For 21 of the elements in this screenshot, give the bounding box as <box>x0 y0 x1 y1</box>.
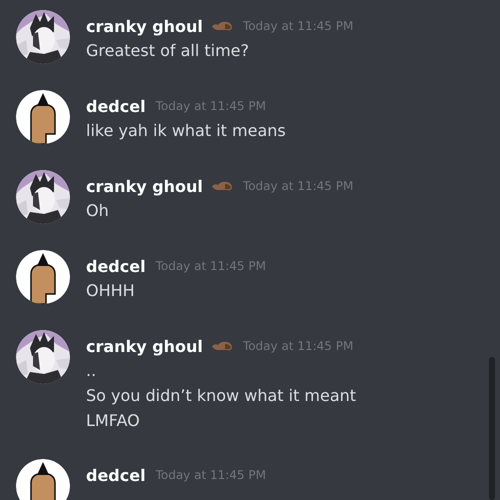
message-text: like yah ik what it means <box>86 120 286 142</box>
message-text: OHHH <box>86 280 136 302</box>
avatar-figure <box>16 459 70 500</box>
timestamp: Today at 11:45 PM <box>242 19 354 33</box>
timestamp: Today at 11:45 PM <box>156 259 266 273</box>
timestamp: Today at 11:45 PM <box>242 179 354 193</box>
timestamp: Today at 11:45 PM <box>156 468 266 482</box>
username[interactable]: dedcel <box>86 466 146 484</box>
username[interactable]: dedcel <box>86 256 146 276</box>
timestamp: Today at 11:45 PM <box>242 339 354 353</box>
message-text: Oh <box>86 200 110 222</box>
username[interactable]: cranky ghoul <box>86 336 203 356</box>
scrollbar-thumb[interactable] <box>489 357 495 500</box>
message-text: .. <box>86 360 98 382</box>
username[interactable]: cranky ghoul <box>86 176 203 196</box>
message-text: LMFAO <box>86 410 141 432</box>
username[interactable]: dedcel <box>86 96 146 116</box>
timestamp: Today at 11:45 PM <box>156 99 266 113</box>
username[interactable]: cranky ghoul <box>86 16 203 36</box>
message-text: Greatest of all time? <box>86 40 250 62</box>
message-text: So you didn’t know what it meant <box>86 385 356 407</box>
